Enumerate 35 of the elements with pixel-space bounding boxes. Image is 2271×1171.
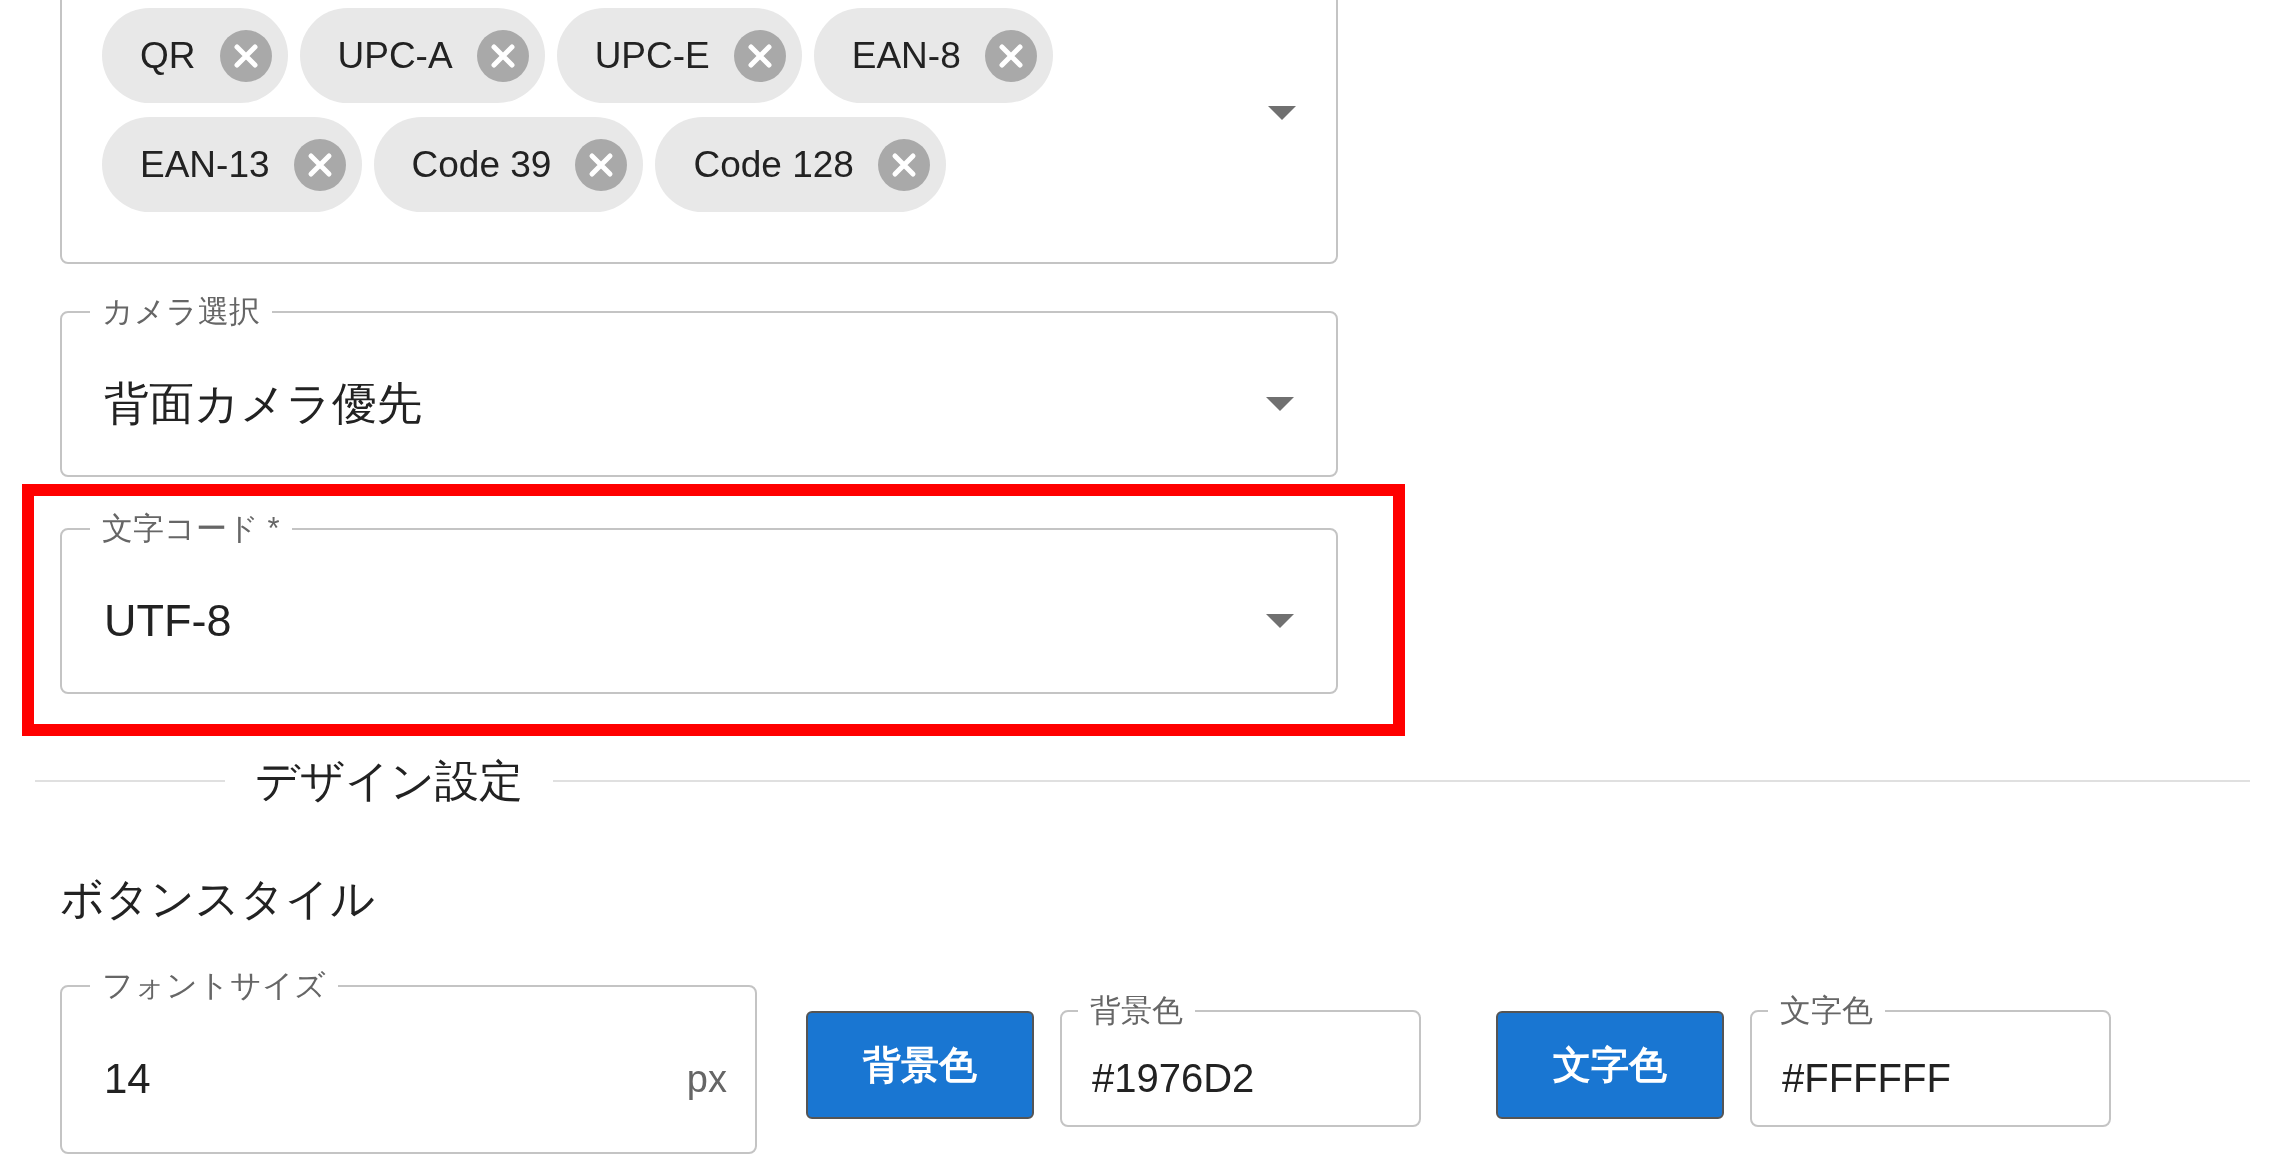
- select-field[interactable]: 文字コード * UTF-8: [60, 509, 1338, 694]
- remove-icon[interactable]: [219, 29, 272, 82]
- text-color-field[interactable]: 文字色 #FFFFFF: [1750, 991, 2111, 1127]
- field-value: 14: [104, 1055, 151, 1103]
- dropdown-arrow-icon[interactable]: [1266, 613, 1294, 628]
- select-value: UTF-8: [104, 594, 232, 647]
- dropdown-arrow-icon[interactable]: [1268, 106, 1296, 120]
- field-value: #FFFFFF: [1782, 1055, 1951, 1101]
- dropdown-arrow-icon[interactable]: [1266, 396, 1294, 411]
- field-value: #1976D2: [1092, 1055, 1255, 1101]
- unit-suffix: px: [686, 1057, 727, 1101]
- remove-icon[interactable]: [575, 138, 628, 191]
- barcode-format-select[interactable]: QR UPC-A UPC-E EAN-8 EAN-13 Code 39 Code 128: [60, 0, 1338, 264]
- select-value: 背面カメラ優先: [104, 376, 422, 431]
- remove-icon[interactable]: [877, 138, 930, 191]
- color-picker-button[interactable]: 背景色: [806, 1011, 1034, 1119]
- field-label: 文字コード *: [101, 510, 281, 548]
- format-chip[interactable]: QR: [102, 8, 288, 103]
- field-label: 背景色: [1089, 992, 1184, 1030]
- format-chip[interactable]: Code 128: [655, 117, 946, 212]
- remove-icon[interactable]: [733, 29, 786, 82]
- format-chip[interactable]: EAN-8: [813, 8, 1053, 103]
- field-label: フォントサイズ: [101, 967, 327, 1005]
- format-chip[interactable]: Code 39: [373, 117, 644, 212]
- remove-icon[interactable]: [984, 29, 1037, 82]
- format-chip[interactable]: UPC-E: [556, 8, 802, 103]
- subsection-heading: ボタンスタイル: [60, 873, 376, 925]
- remove-icon[interactable]: [476, 29, 529, 82]
- field-label: カメラ選択: [101, 293, 261, 331]
- field-label: 文字色: [1779, 992, 1874, 1030]
- section-title: デザイン設定: [254, 754, 524, 807]
- color-picker-button[interactable]: 文字色: [1496, 1011, 1724, 1119]
- remove-icon[interactable]: [293, 138, 346, 191]
- format-chip[interactable]: UPC-A: [299, 8, 545, 103]
- format-chip[interactable]: EAN-13: [102, 117, 362, 212]
